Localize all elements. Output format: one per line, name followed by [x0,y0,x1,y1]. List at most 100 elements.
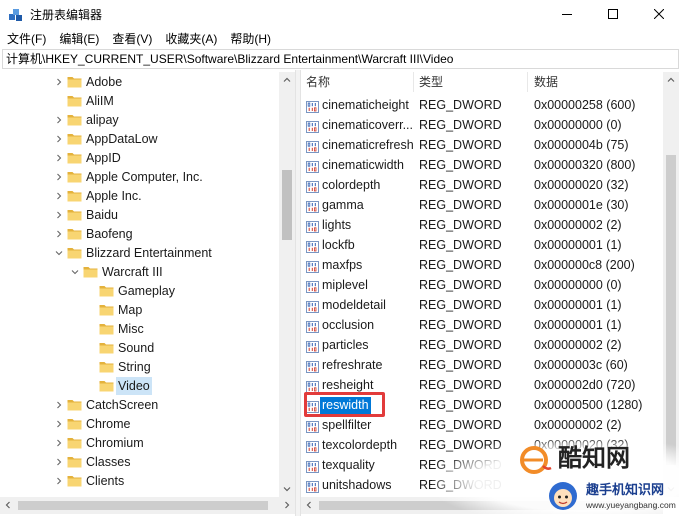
chevron-right-icon[interactable] [53,433,65,452]
value-name: spellfilter [322,417,372,432]
value-row-spellfilter[interactable]: spellfilter REG_DWORD 0x00000002 (2) [301,415,663,435]
value-row-cinematicoverr[interactable]: cinematicoverr... REG_DWORD 0x00000000 (0) [301,115,663,135]
scroll-left-icon[interactable] [301,497,317,513]
chevron-right-icon[interactable] [53,148,65,167]
menu-file[interactable]: 文件(F) [7,30,46,49]
tree-item-string[interactable]: String [0,357,279,376]
value-data: 0x00000002 (2) [534,418,622,432]
chevron-right-icon[interactable] [53,224,65,243]
chevron-right-icon[interactable] [53,110,65,129]
reg-dword-icon [306,379,319,393]
menu-favorites[interactable]: 收藏夹(A) [165,30,217,49]
scroll-up-icon[interactable] [279,72,295,88]
maximize-button[interactable] [590,0,635,30]
tree-horizontal-scroll-thumb[interactable] [18,501,268,510]
tree-item-baofeng[interactable]: Baofeng [0,224,279,243]
tree-item-clients[interactable]: Clients [0,471,279,490]
scroll-left-icon[interactable] [0,497,16,513]
value-row-reswidth[interactable]: reswidth REG_DWORD 0x00000500 (1280) [301,392,663,417]
chevron-down-icon[interactable] [69,262,81,281]
menu-view[interactable]: 查看(V) [112,30,152,49]
chevron-right-icon[interactable] [53,72,65,91]
chevron-right-icon[interactable] [53,186,65,205]
value-row-cinematicwidth[interactable]: cinematicwidth REG_DWORD 0x00000320 (800) [301,155,663,175]
value-name-cell: reswidth [301,395,414,415]
tree-item-adobe[interactable]: Adobe [0,72,279,91]
scroll-down-icon[interactable] [663,481,679,497]
tree-item-apple-computer-inc[interactable]: Apple Computer, Inc. [0,167,279,186]
reg-dword-icon [306,139,319,153]
tree-vertical-scrollbar[interactable] [279,72,295,497]
chevron-right-icon[interactable] [53,129,65,148]
tree-vertical-scroll-thumb[interactable] [282,170,292,240]
tree-item-chromium[interactable]: Chromium [0,433,279,452]
value-row-cinematicrefresh[interactable]: cinematicrefresh REG_DWORD 0x0000004b (75) [301,135,663,155]
tree-item-map[interactable]: Map [0,300,279,319]
value-name: resheight [322,377,374,392]
folder-icon [67,437,82,449]
tree-item-appid[interactable]: AppID [0,148,279,167]
value-row-resheight[interactable]: resheight REG_DWORD 0x000002d0 (720) [301,375,663,395]
tree-item-label: Blizzard Entertainment [86,245,212,260]
value-row-occlusion[interactable]: occlusion REG_DWORD 0x00000001 (1) [301,315,663,335]
value-row-maxfps[interactable]: maxfps REG_DWORD 0x000000c8 (200) [301,255,663,275]
value-row-refreshrate[interactable]: refreshrate REG_DWORD 0x0000003c (60) [301,355,663,375]
value-row-lockfb[interactable]: lockfb REG_DWORD 0x00000001 (1) [301,235,663,255]
tree-item-classes[interactable]: Classes [0,452,279,471]
tree-item-baidu[interactable]: Baidu [0,205,279,224]
chevron-right-icon[interactable] [53,414,65,433]
scroll-right-icon[interactable] [279,497,295,513]
chevron-right-icon[interactable] [53,395,65,414]
close-button[interactable] [636,0,681,30]
value-row-cinematicheight[interactable]: cinematicheight REG_DWORD 0x00000258 (600) [301,95,663,115]
chevron-right-icon[interactable] [53,471,65,490]
tree-item-chrome[interactable]: Chrome [0,414,279,433]
list-vertical-scrollbar[interactable] [663,72,679,497]
chevron-right-icon[interactable] [53,452,65,471]
column-header-name[interactable]: 名称 [301,72,414,92]
value-row-lights[interactable]: lights REG_DWORD 0x00000002 (2) [301,215,663,235]
value-row-modeldetail[interactable]: modeldetail REG_DWORD 0x00000001 (1) [301,295,663,315]
reg-dword-icon [306,299,319,313]
menu-edit[interactable]: 编辑(E) [59,30,99,49]
minimize-button[interactable] [544,0,589,30]
tree-item-blizzard-entertainment[interactable]: Blizzard Entertainment [0,243,279,262]
chevron-right-icon[interactable] [53,167,65,186]
tree-item-apple-inc[interactable]: Apple Inc. [0,186,279,205]
value-row-gamma[interactable]: gamma REG_DWORD 0x0000001e (30) [301,195,663,215]
column-header-type[interactable]: 类型 [414,72,528,92]
tree-item-catchscreen[interactable]: CatchScreen [0,395,279,414]
tree-item-alipay[interactable]: alipay [0,110,279,129]
scroll-up-icon[interactable] [663,72,679,88]
menu-help[interactable]: 帮助(H) [230,30,271,49]
value-row-miplevel[interactable]: miplevel REG_DWORD 0x00000000 (0) [301,275,663,295]
tree-item-warcraft-iii[interactable]: Warcraft III [0,262,279,281]
value-type: REG_DWORD [419,298,502,312]
folder-icon [67,171,82,183]
address-bar[interactable]: 计算机\HKEY_CURRENT_USER\Software\Blizzard … [2,49,679,69]
key-tree: Adobe AliIM alipay AppDataLow AppID Apple Com… [0,72,279,490]
value-data: 0x00000001 (1) [534,318,622,332]
tree-item-appdatalow[interactable]: AppDataLow [0,129,279,148]
value-row-particles[interactable]: particles REG_DWORD 0x00000002 (2) [301,335,663,355]
value-name-cell: texcolordepth [301,435,414,455]
tree-item-sound[interactable]: Sound [0,338,279,357]
list-vertical-scroll-thumb[interactable] [666,155,676,465]
tree-item-label: Video [116,376,152,395]
tree-item-gameplay[interactable]: Gameplay [0,281,279,300]
chevron-right-icon[interactable] [53,205,65,224]
value-data: 0x0000004b (75) [534,138,629,152]
tree-item-misc[interactable]: Misc [0,319,279,338]
tree-item-video[interactable]: Video [0,376,279,395]
tree-item-aliim[interactable]: AliIM [0,91,279,110]
tree-horizontal-scrollbar[interactable] [0,497,295,514]
chevron-down-icon[interactable] [53,243,65,262]
scroll-down-icon[interactable] [279,481,295,497]
value-row-colordepth[interactable]: colordepth REG_DWORD 0x00000020 (32) [301,175,663,195]
column-header-data[interactable]: 数据 [528,72,663,92]
folder-icon [67,399,82,411]
tree-item-label: String [118,359,151,374]
